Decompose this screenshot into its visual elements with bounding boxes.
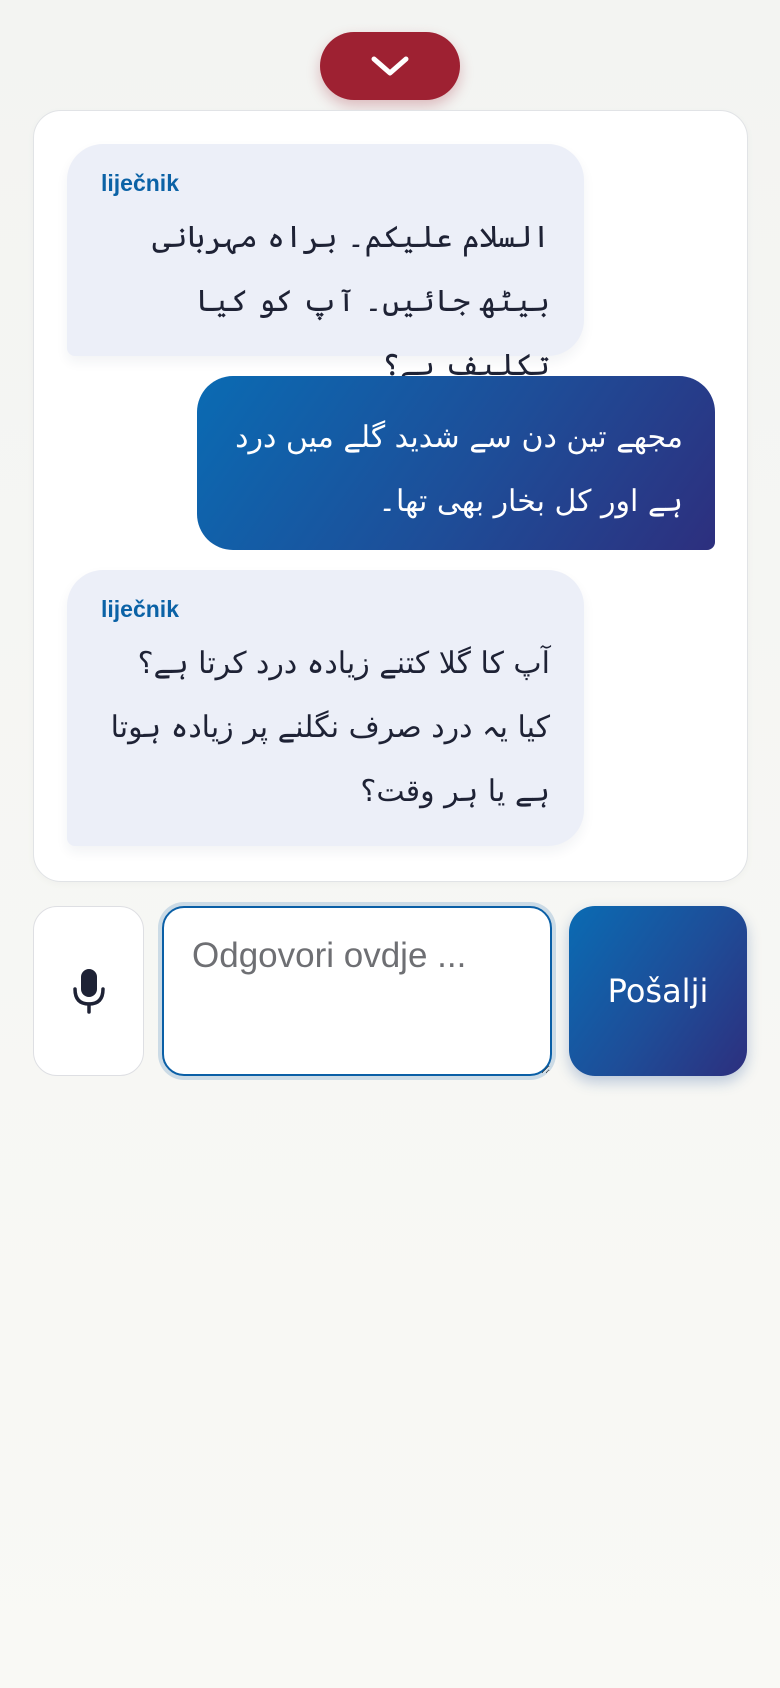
doctor-message-bubble: liječnik آپ کا گلا کتنے زیادہ درد کرتا ہ… [67, 570, 584, 846]
microphone-icon [72, 969, 105, 1014]
send-button[interactable]: Pošalji [569, 906, 747, 1076]
microphone-button[interactable] [33, 906, 144, 1076]
patient-message-bubble: مجھے تین دن سے شدید گلے میں درد ہے اور ک… [197, 376, 715, 550]
collapse-button[interactable] [320, 32, 460, 100]
message-text: السلام علیکم۔ براہ مہربانی بیٹھ جائیں۔ آ… [152, 220, 550, 383]
chevron-down-icon [371, 56, 409, 76]
message-text: مجھے تین دن سے شدید گلے میں درد ہے اور ک… [235, 420, 683, 519]
message-text: آپ کا گلا کتنے زیادہ درد کرتا ہے؟ کیا یہ… [110, 646, 550, 809]
chat-panel: liječnik السلام علیکم۔ براہ مہربانی بیٹھ… [33, 110, 748, 882]
reply-input[interactable] [162, 906, 552, 1076]
send-button-label: Pošalji [607, 972, 709, 1010]
sender-name: liječnik [101, 170, 179, 196]
sender-name: liječnik [101, 596, 179, 622]
doctor-message-bubble: liječnik السلام علیکم۔ براہ مہربانی بیٹھ… [67, 144, 584, 383]
